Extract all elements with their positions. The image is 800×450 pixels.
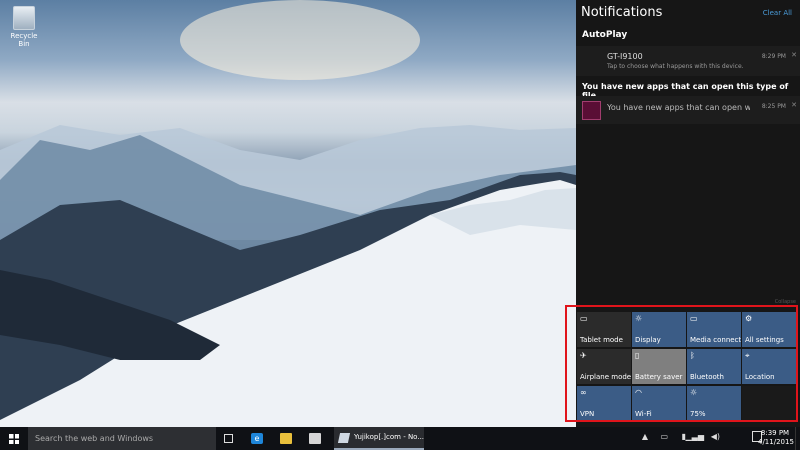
location-icon: ⌖ (745, 351, 750, 360)
battery-icon[interactable]: ▭ (660, 432, 668, 441)
signal-icon[interactable]: ▁▃▅ (686, 432, 704, 441)
task-view-button[interactable] (216, 427, 242, 450)
browser-button[interactable]: e (245, 427, 271, 450)
recycle-bin[interactable]: Recycle Bin (4, 6, 44, 48)
close-icon[interactable]: ✕ (791, 51, 797, 59)
quick-action-all-settings[interactable]: ⚙ All settings (742, 312, 796, 347)
notification-time: 8:25 PM (761, 103, 786, 110)
battery-saver-icon: ▯ (635, 351, 640, 360)
airplane-icon: ✈ (580, 351, 587, 360)
collapse-link[interactable]: Collapse (775, 299, 796, 305)
clear-all-link[interactable]: Clear All (763, 9, 792, 17)
windows-logo-icon (9, 434, 19, 444)
browser-icon: e (251, 433, 263, 444)
clock[interactable]: 8:39 PM 4/11/2015 (758, 429, 794, 447)
close-icon[interactable]: ✕ (791, 101, 797, 109)
brightness-icon: ☼ (635, 314, 643, 323)
recycle-bin-icon (13, 6, 35, 30)
media-connect-icon: ▭ (690, 314, 698, 323)
clock-date: 4/11/2015 (758, 438, 794, 446)
quick-action-empty-slot (742, 386, 796, 421)
taskbar-app-notepad[interactable]: Yujikop[.]com - No... (334, 427, 424, 450)
quick-action-battery-saver[interactable]: ▯ Battery saver (632, 349, 686, 384)
store-icon (309, 433, 321, 444)
brightness-icon: ☼ (690, 388, 698, 397)
show-desktop-button[interactable] (795, 427, 800, 450)
quick-action-brightness[interactable]: ☼ 75% (687, 386, 741, 421)
quick-action-display[interactable]: ☼ Display (632, 312, 686, 347)
quick-action-vpn[interactable]: ∞ VPN (577, 386, 631, 421)
notification-time: 8:29 PM (761, 53, 786, 60)
start-button[interactable] (0, 427, 28, 450)
notification-autoplay-device[interactable]: GT-I9100 Tap to choose what happens with… (576, 46, 800, 76)
notifications-title: Notifications (581, 5, 663, 20)
volume-icon[interactable]: ◀) (711, 432, 720, 441)
quick-action-airplane-mode[interactable]: ✈ Airplane mode (577, 349, 631, 384)
search-placeholder: Search the web and Windows (35, 434, 154, 443)
notification-new-apps[interactable]: You have new apps that can open we 8:25 … (576, 96, 800, 124)
vpn-icon: ∞ (580, 388, 587, 397)
quick-action-tablet-mode[interactable]: ▭ Tablet mode (577, 312, 631, 347)
notification-subtitle: Tap to choose what happens with this dev… (607, 63, 744, 70)
app-icon (582, 101, 601, 120)
quick-action-location[interactable]: ⌖ Location (742, 349, 796, 384)
quick-action-wifi[interactable]: ◠ Wi-Fi (632, 386, 686, 421)
store-button[interactable] (303, 427, 329, 450)
recycle-bin-label: Recycle Bin (10, 32, 38, 48)
tablet-icon: ▭ (580, 314, 588, 323)
file-explorer-button[interactable] (274, 427, 300, 450)
clock-time: 8:39 PM (760, 429, 790, 437)
chevron-up-icon[interactable]: ▲ (642, 432, 648, 441)
notification-group-header-autoplay[interactable]: AutoPlay (582, 30, 627, 40)
notification-title: GT-I9100 (607, 52, 643, 61)
quick-action-media-connect[interactable]: ▭ Media connect (687, 312, 741, 347)
quick-action-bluetooth[interactable]: ᛒ Bluetooth (687, 349, 741, 384)
wifi-icon: ◠ (635, 388, 642, 397)
search-box[interactable]: Search the web and Windows (28, 427, 216, 450)
task-view-icon (224, 434, 233, 443)
quick-actions-grid: ▭ Tablet mode ☼ Display ▭ Media connect … (577, 312, 797, 422)
notification-title: You have new apps that can open we (607, 103, 750, 112)
bluetooth-icon: ᛒ (690, 351, 695, 360)
notepad-icon (337, 433, 351, 443)
gear-icon: ⚙ (745, 314, 753, 323)
folder-icon (280, 433, 292, 444)
taskbar: Search the web and Windows e Yujikop[.]c… (0, 427, 800, 450)
